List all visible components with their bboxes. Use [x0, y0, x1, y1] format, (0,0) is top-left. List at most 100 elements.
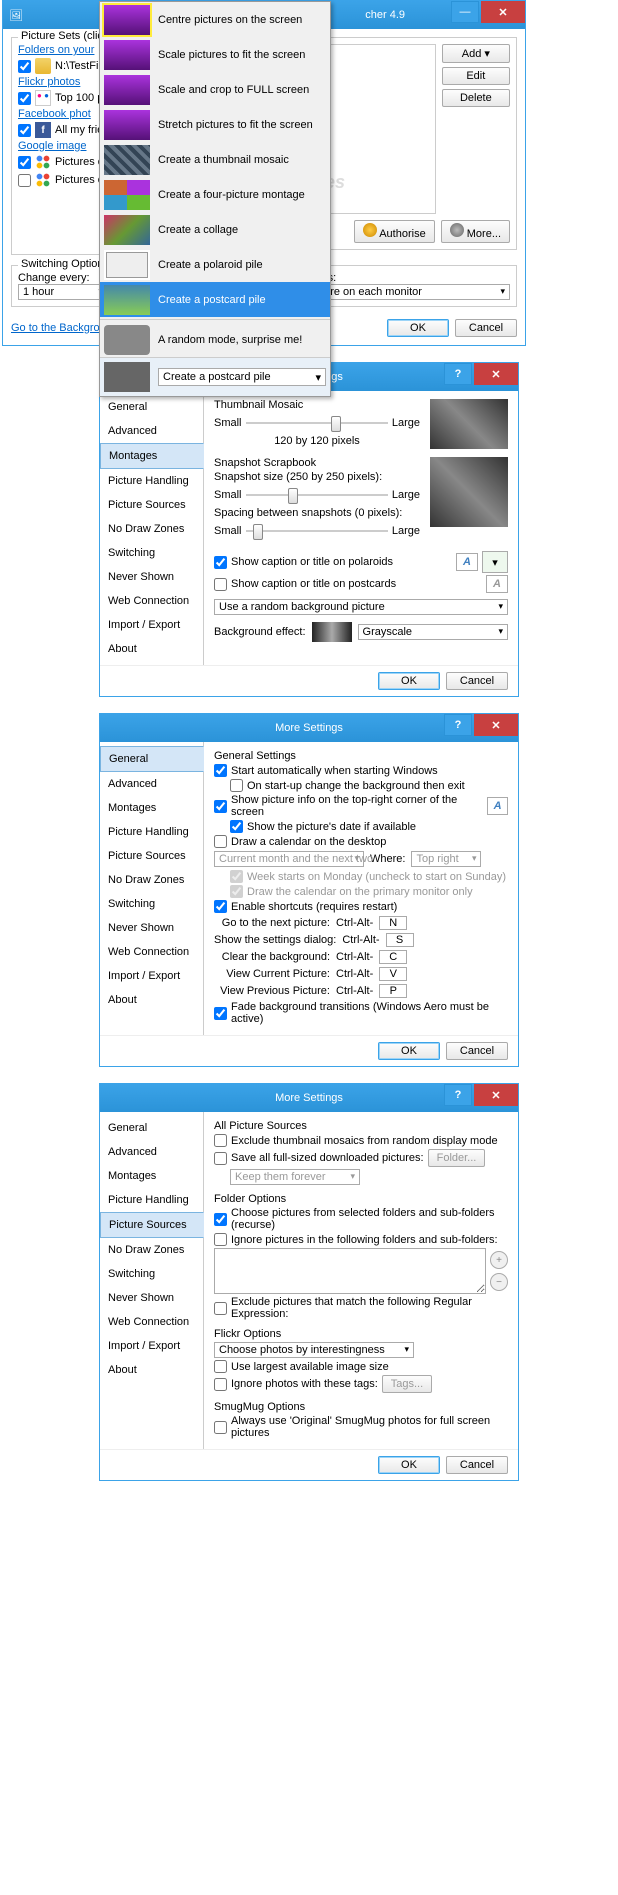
folder-button[interactable]: Folder...	[428, 1149, 486, 1167]
tab-never-shown[interactable]: Never Shown	[100, 916, 203, 940]
ok-button[interactable]: OK	[378, 1456, 440, 1474]
tab-advanced[interactable]: Advanced	[100, 1140, 203, 1164]
shortcut-next[interactable]	[379, 916, 407, 930]
tab-import-export[interactable]: Import / Export	[100, 964, 203, 988]
google-checkbox-2[interactable]	[18, 174, 31, 187]
tab-montages[interactable]: Montages	[100, 443, 204, 469]
popup-item-polaroid[interactable]: Create a polaroid pile	[100, 247, 330, 282]
tab-web-connection[interactable]: Web Connection	[100, 589, 203, 613]
close-button[interactable]: ✕	[474, 714, 518, 736]
popup-item-scale-crop[interactable]: Scale and crop to FULL screen	[100, 72, 330, 107]
flickr-sort-dropdown[interactable]: Choose photos by interestingness	[214, 1342, 414, 1358]
fade-checkbox[interactable]	[214, 1007, 227, 1020]
popup-item-stretch[interactable]: Stretch pictures to fit the screen	[100, 107, 330, 142]
cancel-button[interactable]: Cancel	[446, 1042, 508, 1060]
delete-button[interactable]: Delete	[442, 89, 510, 107]
mode-combo[interactable]: Create a postcard pile	[158, 368, 326, 386]
exclude-mosaics-checkbox[interactable]	[214, 1134, 227, 1147]
caption-postcard-checkbox[interactable]	[214, 578, 227, 591]
font-polaroid-button[interactable]: A	[456, 553, 478, 571]
tab-general[interactable]: General	[100, 746, 204, 772]
tab-no-draw-zones[interactable]: No Draw Zones	[100, 868, 203, 892]
tab-never-shown[interactable]: Never Shown	[100, 565, 203, 589]
exclude-regex-checkbox[interactable]	[214, 1302, 227, 1315]
tab-switching[interactable]: Switching	[100, 1262, 203, 1286]
ok-button[interactable]: OK	[378, 1042, 440, 1060]
popup-item-postcard[interactable]: Create a postcard pile	[100, 282, 330, 317]
start-auto-checkbox[interactable]	[214, 764, 227, 777]
tab-advanced[interactable]: Advanced	[100, 419, 203, 443]
cancel-button[interactable]: Cancel	[446, 672, 508, 690]
bg-effect-dropdown[interactable]: Grayscale	[358, 624, 508, 640]
use-largest-checkbox[interactable]	[214, 1360, 227, 1373]
tab-import-export[interactable]: Import / Export	[100, 1334, 203, 1358]
tab-no-draw-zones[interactable]: No Draw Zones	[100, 517, 203, 541]
keep-dropdown[interactable]: Keep them forever	[230, 1169, 360, 1185]
ok-button[interactable]: OK	[387, 319, 449, 337]
popup-item-centre[interactable]: Centre pictures on the screen	[100, 2, 330, 37]
collage-layout-button[interactable]: ▾	[482, 551, 508, 573]
popup-item-collage[interactable]: Create a collage	[100, 212, 330, 247]
tab-picture-handling[interactable]: Picture Handling	[100, 469, 203, 493]
remove-folder-button[interactable]: −	[490, 1273, 508, 1291]
tab-picture-handling[interactable]: Picture Handling	[100, 1188, 203, 1212]
calendar-where-dropdown[interactable]: Top right	[411, 851, 481, 867]
popup-item-random[interactable]: A random mode, surprise me!	[100, 322, 330, 357]
ignore-tags-checkbox[interactable]	[214, 1378, 227, 1391]
caption-polaroid-checkbox[interactable]	[214, 556, 227, 569]
tab-switching[interactable]: Switching	[100, 541, 203, 565]
tab-about[interactable]: About	[100, 1358, 203, 1382]
tab-about[interactable]: About	[100, 988, 203, 1012]
tab-import-export[interactable]: Import / Export	[100, 613, 203, 637]
show-date-checkbox[interactable]	[230, 820, 243, 833]
change-every-dropdown[interactable]: 1 hour	[18, 284, 108, 300]
cancel-button[interactable]: Cancel	[446, 1456, 508, 1474]
spacing-slider[interactable]	[246, 521, 388, 541]
close-button[interactable]: ✕	[474, 363, 518, 385]
popup-item-four-montage[interactable]: Create a four-picture montage	[100, 177, 330, 212]
enable-shortcuts-checkbox[interactable]	[214, 900, 227, 913]
recurse-checkbox[interactable]	[214, 1213, 227, 1226]
authorise-button[interactable]: Authorise	[354, 220, 435, 243]
tab-general[interactable]: General	[100, 1116, 203, 1140]
ignore-folders-checkbox[interactable]	[214, 1233, 227, 1246]
mosaic-size-slider[interactable]	[246, 413, 388, 433]
tab-picture-handling[interactable]: Picture Handling	[100, 820, 203, 844]
calendar-period-dropdown[interactable]: Current month and the next two	[214, 851, 364, 867]
close-button[interactable]: ✕	[474, 1084, 518, 1106]
tab-picture-sources[interactable]: Picture Sources	[100, 1212, 204, 1238]
tab-montages[interactable]: Montages	[100, 796, 203, 820]
help-button[interactable]: ?	[444, 714, 472, 736]
tab-web-connection[interactable]: Web Connection	[100, 1310, 203, 1334]
tab-general[interactable]: General	[100, 395, 203, 419]
draw-calendar-checkbox[interactable]	[214, 835, 227, 848]
info-font-button[interactable]: A	[487, 797, 508, 815]
edit-button[interactable]: Edit	[442, 67, 510, 85]
ignore-folders-textarea[interactable]	[214, 1248, 486, 1294]
tags-button[interactable]: Tags...	[382, 1375, 432, 1393]
random-bg-dropdown[interactable]: Use a random background picture	[214, 599, 508, 615]
tab-montages[interactable]: Montages	[100, 1164, 203, 1188]
close-button[interactable]: ✕	[481, 1, 525, 23]
help-button[interactable]: ?	[444, 1084, 472, 1106]
shortcut-view-current[interactable]	[379, 967, 407, 981]
minimize-button[interactable]: —	[451, 1, 479, 23]
more-button[interactable]: More...	[441, 220, 510, 243]
show-info-checkbox[interactable]	[214, 800, 227, 813]
flickr-checkbox[interactable]	[18, 92, 31, 105]
facebook-checkbox[interactable]	[18, 124, 31, 137]
google-checkbox-1[interactable]	[18, 156, 31, 169]
popup-item-scale-fit[interactable]: Scale pictures to fit the screen	[100, 37, 330, 72]
shortcut-clear[interactable]	[379, 950, 407, 964]
tab-switching[interactable]: Switching	[100, 892, 203, 916]
shortcut-settings[interactable]	[386, 933, 414, 947]
popup-item-mosaic[interactable]: Create a thumbnail mosaic	[100, 142, 330, 177]
ok-button[interactable]: OK	[378, 672, 440, 690]
tab-picture-sources[interactable]: Picture Sources	[100, 493, 203, 517]
shortcut-view-prev[interactable]	[379, 984, 407, 998]
save-full-checkbox[interactable]	[214, 1152, 227, 1165]
smugmug-original-checkbox[interactable]	[214, 1421, 227, 1434]
folder-checkbox[interactable]	[18, 60, 31, 73]
help-button[interactable]: ?	[444, 363, 472, 385]
tab-no-draw-zones[interactable]: No Draw Zones	[100, 1238, 203, 1262]
